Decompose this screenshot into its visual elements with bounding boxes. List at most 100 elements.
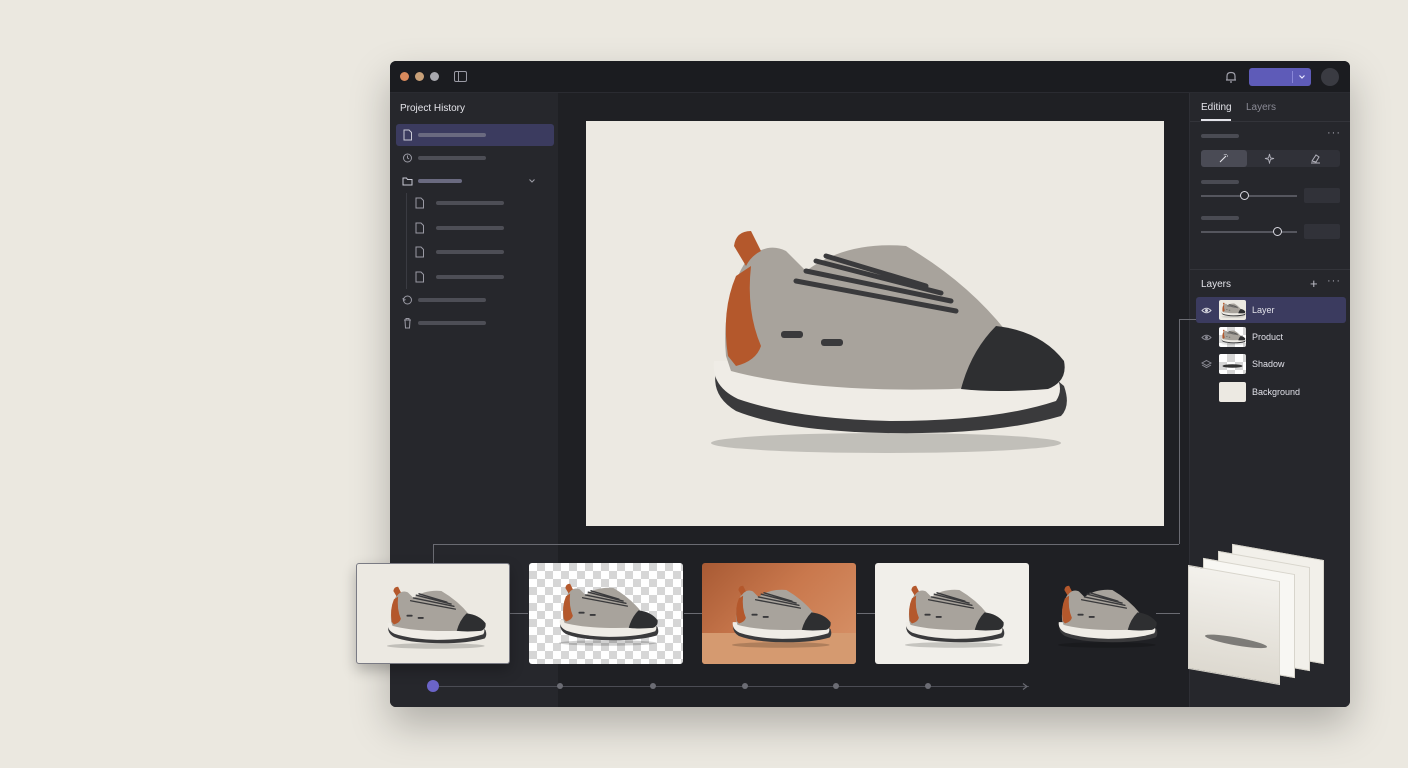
section-label (1201, 134, 1239, 138)
divider (1190, 121, 1350, 122)
slider-value-field[interactable] (1304, 224, 1340, 239)
history-file-label (436, 201, 504, 205)
history-item[interactable] (396, 147, 554, 169)
layer-name: Product (1252, 332, 1284, 342)
layer-thumbnail (1219, 382, 1246, 402)
shoe-product-image (676, 221, 1076, 461)
trash-icon (404, 318, 411, 329)
slider-track[interactable] (1201, 231, 1297, 233)
timeline-arrow-icon (1022, 683, 1028, 690)
folder-icon (402, 177, 413, 186)
shoe-thumbnail (377, 584, 489, 651)
slider-track[interactable] (1201, 195, 1297, 197)
connector-line (433, 544, 434, 563)
connector-line (857, 613, 875, 614)
eraser-tool-button[interactable] (1293, 150, 1339, 167)
history-file-label (436, 250, 504, 254)
slider-label (1201, 180, 1239, 184)
divider (1190, 269, 1350, 270)
connector-line (433, 544, 1179, 545)
connector-line (510, 613, 528, 614)
layer-row[interactable]: Product (1196, 324, 1346, 350)
slider-handle[interactable] (1239, 191, 1249, 200)
close-window-button[interactable] (400, 72, 409, 81)
file-icon (415, 222, 424, 234)
layer-row[interactable]: Shadow (1196, 351, 1346, 377)
magic-wand-tool-button[interactable] (1201, 150, 1247, 167)
slider-handle[interactable] (1273, 227, 1283, 236)
history-file-label (436, 275, 504, 279)
filmstrip-frame-cutout[interactable] (1040, 563, 1194, 664)
history-file-label (436, 226, 504, 230)
timeline-keyframe[interactable] (650, 683, 656, 689)
more-options-icon[interactable]: ··· (1327, 127, 1341, 139)
timeline-track (433, 686, 1029, 687)
stack-icon[interactable] (1201, 359, 1212, 370)
history-item[interactable] (396, 312, 554, 334)
timeline-keyframe[interactable] (833, 683, 839, 689)
slider-value-field[interactable] (1304, 188, 1340, 203)
connector-line (684, 613, 702, 614)
connector-line (1179, 319, 1180, 544)
timeline-keyframe[interactable] (742, 683, 748, 689)
layers-section-title: Layers (1201, 279, 1232, 290)
chevron-down-icon (1299, 75, 1305, 79)
share-dropdown-button[interactable] (1249, 68, 1311, 86)
heal-tool-button[interactable] (1247, 150, 1293, 167)
history-file[interactable] (396, 241, 554, 263)
history-item-label (418, 321, 486, 325)
timeline-playhead[interactable] (427, 680, 439, 692)
layer-name: Background (1252, 387, 1301, 397)
history-file[interactable] (396, 217, 554, 239)
panel-title: Project History (400, 103, 466, 114)
filmstrip-frame-transparent[interactable] (529, 563, 683, 664)
history-item[interactable] (396, 124, 554, 146)
shoe-thumbnail (549, 581, 661, 648)
share-divider (1292, 71, 1293, 83)
sparkle-icon (1264, 153, 1275, 164)
avatar[interactable] (1321, 68, 1339, 86)
image-canvas[interactable] (586, 121, 1164, 526)
filmstrip-frame-white[interactable] (875, 563, 1029, 664)
shoe-thumbnail (722, 583, 834, 650)
file-icon (415, 197, 424, 209)
timeline-keyframe[interactable] (925, 683, 931, 689)
history-item-label (418, 298, 486, 302)
history-item[interactable] (396, 289, 554, 311)
shoe-thumbnail (1048, 583, 1160, 650)
layer-thumbnail (1219, 327, 1246, 347)
history-item-label (418, 133, 486, 137)
minimize-window-button[interactable] (415, 72, 424, 81)
layer-row[interactable]: Layer (1196, 297, 1346, 323)
maximize-window-button[interactable] (430, 72, 439, 81)
tool-segmented-control (1201, 150, 1340, 167)
layer-name: Layer (1252, 305, 1275, 315)
shoe-thumbnail (895, 583, 1007, 650)
eye-icon[interactable] (1201, 332, 1212, 343)
history-file[interactable] (396, 266, 554, 288)
file-icon (403, 129, 412, 141)
layer-thumbnail (1219, 300, 1246, 320)
connector-line (1179, 319, 1196, 320)
filmstrip-frame-cream[interactable] (356, 563, 510, 664)
more-options-icon[interactable]: ··· (1327, 275, 1341, 287)
chevron-down-icon[interactable] (528, 177, 536, 185)
bell-icon[interactable] (1224, 70, 1238, 84)
filmstrip-frame-orange[interactable] (702, 563, 856, 664)
tab-editing[interactable]: Editing (1201, 102, 1232, 113)
history-icon (403, 153, 412, 163)
history-folder[interactable] (396, 170, 554, 192)
layer-row[interactable]: Background (1196, 379, 1346, 405)
history-file[interactable] (396, 192, 554, 214)
magic-wand-icon (1219, 154, 1228, 163)
eye-icon[interactable] (1201, 305, 1212, 316)
timeline-keyframe[interactable] (557, 683, 563, 689)
sidebar-toggle-icon[interactable] (454, 71, 467, 82)
add-layer-button[interactable]: + (1310, 276, 1318, 291)
layer-thumbnail (1219, 354, 1246, 374)
tab-layers[interactable]: Layers (1246, 102, 1276, 113)
eraser-icon (1311, 154, 1320, 164)
slider-label (1201, 216, 1239, 220)
layer-stack-sheet-shadow (1188, 564, 1280, 686)
file-icon (415, 271, 424, 283)
